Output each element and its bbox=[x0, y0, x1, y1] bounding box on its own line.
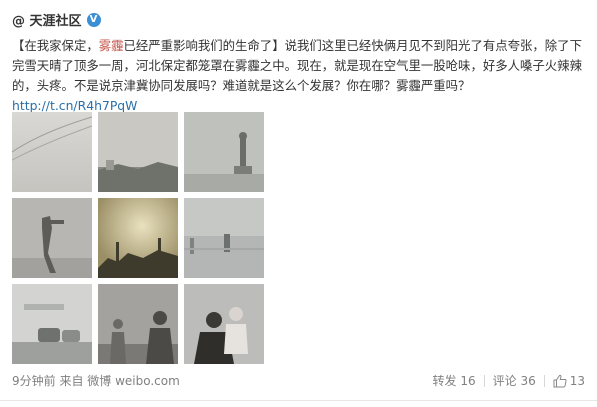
thumbs-up-icon bbox=[553, 374, 567, 387]
smog-photo-9[interactable] bbox=[184, 284, 264, 364]
smog-photo-8[interactable] bbox=[98, 284, 178, 364]
smog-photo-2[interactable] bbox=[98, 112, 178, 192]
divider bbox=[543, 374, 545, 387]
smog-photo-6[interactable] bbox=[184, 198, 264, 278]
like-button[interactable]: 13 bbox=[553, 374, 585, 388]
post-footer: 9分钟前 来自 微博 weibo.com 转发 16 评论 36 13 bbox=[12, 372, 585, 390]
post-link[interactable]: http://t.cn/R4h7PqW bbox=[12, 98, 137, 113]
divider bbox=[483, 374, 485, 387]
author-name[interactable]: @ 天涯社区 bbox=[12, 10, 82, 29]
smog-photo-4[interactable] bbox=[12, 198, 92, 278]
keyword-highlight[interactable]: 雾霾 bbox=[99, 38, 124, 53]
smog-photo-5[interactable] bbox=[98, 198, 178, 278]
divider bbox=[0, 400, 597, 401]
smog-photo-1[interactable] bbox=[12, 112, 92, 192]
repost-button[interactable]: 转发 16 bbox=[433, 372, 476, 389]
image-grid bbox=[12, 112, 272, 376]
smog-photo-3[interactable] bbox=[184, 112, 264, 192]
smog-photo-7[interactable] bbox=[12, 284, 92, 364]
like-count: 13 bbox=[569, 373, 585, 388]
post-header: @ 天涯社区 V bbox=[12, 10, 101, 29]
comment-button[interactable]: 评论 36 bbox=[493, 372, 536, 389]
post-text: 【在我家保定，雾霾已经严重影响我们的生命了】说我们这里已经快俩月见不到阳光了有点… bbox=[12, 36, 587, 116]
verified-icon: V bbox=[86, 12, 101, 27]
post-text-part1: 【在我家保定， bbox=[12, 38, 99, 53]
action-bar: 转发 16 评论 36 13 bbox=[433, 372, 585, 389]
time-source[interactable]: 9分钟前 来自 微博 weibo.com bbox=[12, 372, 180, 389]
